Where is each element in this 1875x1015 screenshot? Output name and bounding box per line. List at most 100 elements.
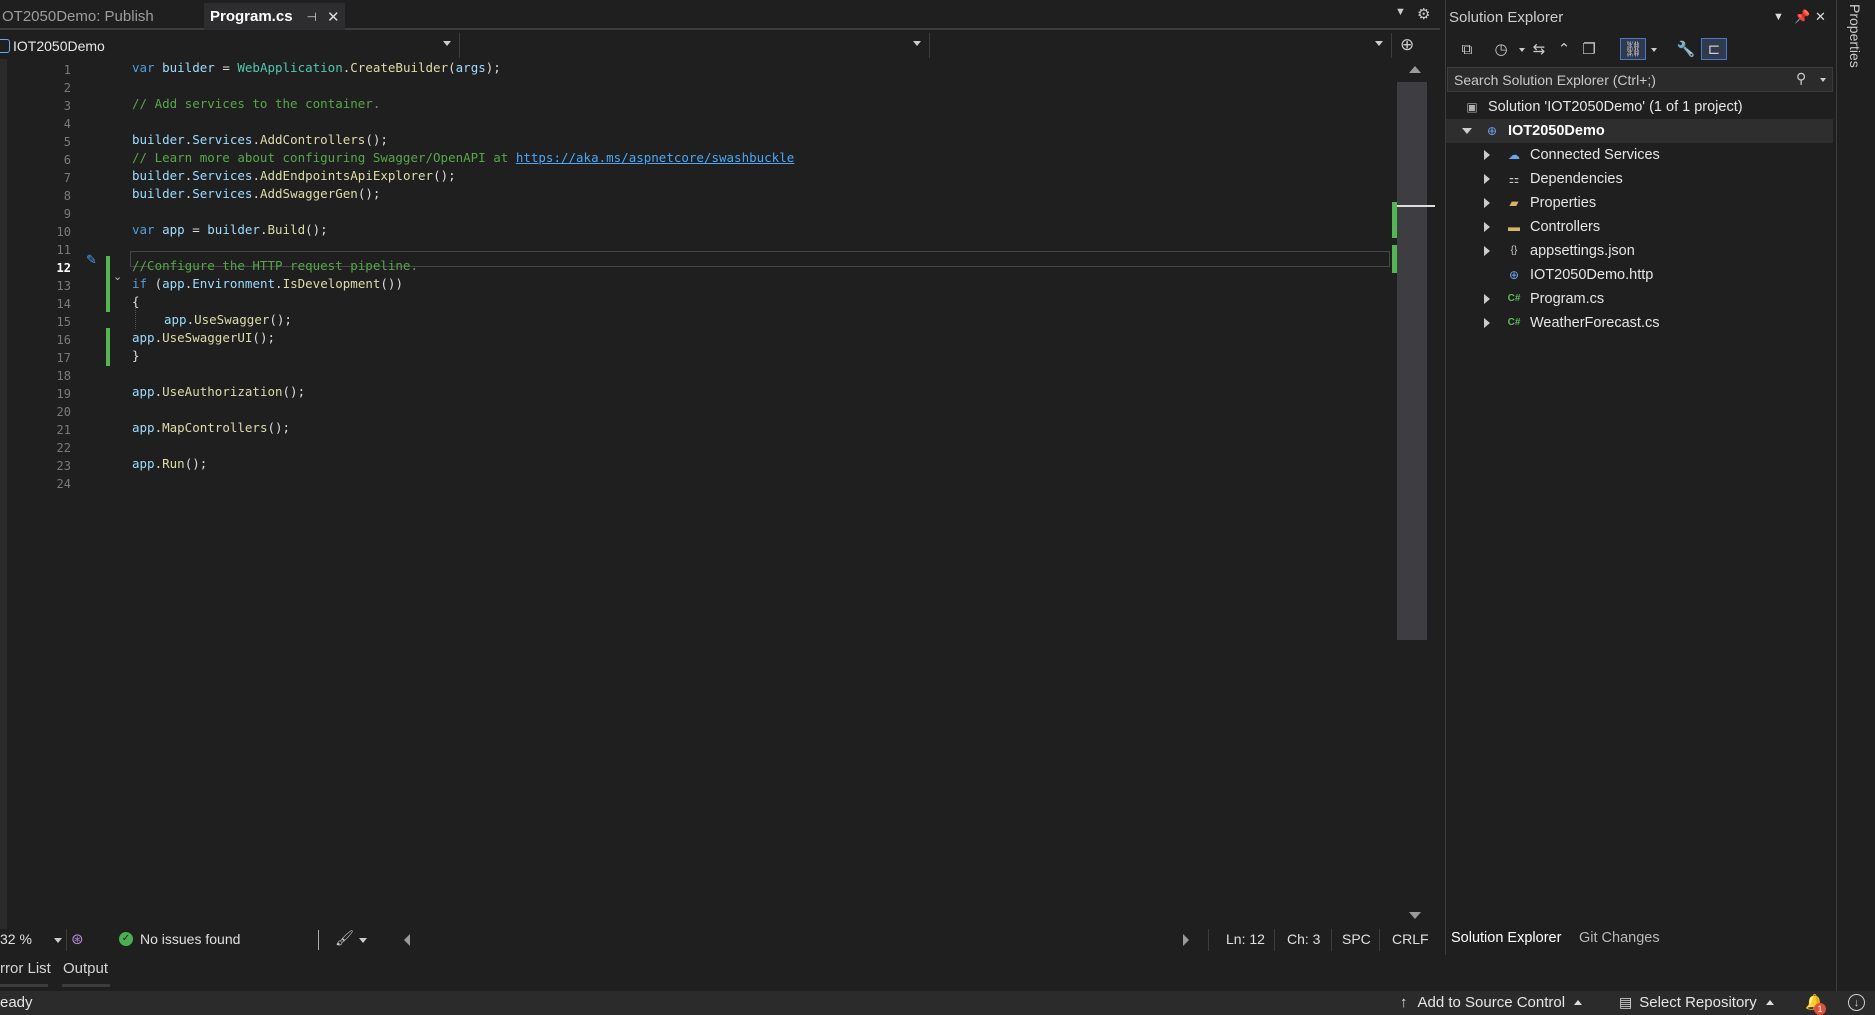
- copilot-icon[interactable]: ⊛: [71, 930, 84, 948]
- tree-solution-node[interactable]: ▣ Solution 'IOT2050Demo' (1 of 1 project…: [1446, 95, 1833, 119]
- filter-toggle-icon[interactable]: ⛓: [1620, 38, 1646, 60]
- scroll-down-arrow-icon[interactable]: [1409, 912, 1421, 919]
- chevron-down-icon[interactable]: [359, 938, 367, 943]
- quick-actions-brush-icon[interactable]: ✎: [86, 252, 97, 268]
- code-token: (: [147, 276, 163, 291]
- pin-icon[interactable]: 📌: [1794, 9, 1810, 25]
- tree-item[interactable]: {} appsettings.json: [1446, 239, 1833, 263]
- pin-icon[interactable]: ⊣: [307, 10, 317, 24]
- scroll-right-arrow-icon[interactable]: [1183, 934, 1189, 946]
- expand-arrow-icon[interactable]: [1484, 222, 1490, 232]
- issues-status[interactable]: No issues found: [140, 931, 240, 947]
- code-token: app: [132, 456, 155, 471]
- line-ending-indicator[interactable]: CRLF: [1392, 931, 1429, 947]
- window-position-dropdown-icon[interactable]: ▼: [1773, 11, 1784, 23]
- code-token: ();: [433, 168, 456, 183]
- download-icon[interactable]: ↓: [1848, 994, 1865, 1011]
- tab-git-changes[interactable]: Git Changes: [1579, 930, 1660, 946]
- line-number: 21: [56, 423, 71, 437]
- line-number: 2: [63, 81, 71, 95]
- tab-program-cs[interactable]: Program.cs ⊣ ✕: [204, 3, 345, 30]
- tab-output[interactable]: Output: [63, 960, 108, 977]
- preview-selected-items-icon[interactable]: ⊏: [1701, 38, 1727, 60]
- tree-item[interactable]: ⚏ Dependencies: [1446, 167, 1833, 191]
- tab-program-label: Program.cs: [210, 8, 293, 25]
- tab-publish[interactable]: OT2050Demo: Publish: [0, 3, 204, 30]
- tree-node-label: Properties: [1530, 195, 1597, 211]
- scrollbar-thumb[interactable]: [1397, 82, 1427, 640]
- search-icon[interactable]: ⚲: [1796, 70, 1806, 87]
- code-token: app: [132, 420, 155, 435]
- indentation-indicator[interactable]: SPC: [1342, 931, 1371, 947]
- pending-changes-filter-icon[interactable]: ◷: [1490, 38, 1512, 60]
- code-token: ();: [357, 186, 381, 201]
- code-token: args: [455, 60, 486, 75]
- project-dropdown[interactable]: IOT2050Demo: [0, 33, 460, 58]
- tab-solution-explorer[interactable]: Solution Explorer: [1451, 930, 1561, 946]
- line-number: 15: [56, 315, 71, 329]
- collapse-chevron-icon[interactable]: ⌄: [113, 270, 122, 283]
- close-icon[interactable]: ✕: [1815, 9, 1826, 25]
- tab-error-list[interactable]: rror List: [0, 960, 51, 977]
- collapse-arrow-icon[interactable]: [1462, 128, 1472, 134]
- status-text: eady: [0, 994, 33, 1011]
- swashbuckle-link[interactable]: https://aka.ms/aspnetcore/swashbuckle: [516, 150, 794, 165]
- gear-icon[interactable]: ⚙: [1417, 5, 1430, 23]
- close-tab-icon[interactable]: ✕: [327, 8, 340, 26]
- solution-explorer-search[interactable]: ⚲: [1447, 67, 1833, 92]
- expand-arrow-icon[interactable]: [1484, 318, 1490, 328]
- show-all-files-icon[interactable]: ❐: [1578, 38, 1600, 60]
- tree-item[interactable]: C# WeatherForecast.cs: [1446, 311, 1833, 335]
- tree-item[interactable]: ▬ Controllers: [1446, 215, 1833, 239]
- properties-side-rail: Properties: [1836, 0, 1875, 991]
- collapse-all-icon[interactable]: ⌃: [1553, 38, 1575, 60]
- connected-services-icon: ☁: [1508, 148, 1520, 162]
- tree-item[interactable]: ▰ Properties: [1446, 191, 1833, 215]
- divider: [1274, 929, 1275, 951]
- column-indicator[interactable]: Ch: 3: [1287, 931, 1320, 947]
- code-token: Services: [192, 132, 253, 147]
- expand-arrow-icon[interactable]: [1484, 294, 1490, 304]
- properties-tab[interactable]: Properties: [1847, 4, 1863, 68]
- code-cleanup-icon[interactable]: 🖌: [335, 929, 354, 947]
- web-project-icon: ⊕: [1486, 124, 1498, 138]
- vertical-scrollbar[interactable]: [1392, 62, 1435, 930]
- chevron-down-icon[interactable]: [1519, 48, 1525, 52]
- expand-arrow-icon[interactable]: [1484, 246, 1490, 256]
- expand-arrow-icon[interactable]: [1484, 174, 1490, 184]
- chevron-down-icon[interactable]: [1820, 78, 1826, 82]
- tree-item[interactable]: ⊕ IOT2050Demo.http: [1446, 263, 1833, 287]
- line-number: 11: [56, 243, 71, 257]
- sync-with-active-document-icon[interactable]: ⇆: [1528, 38, 1550, 60]
- code-token: AddEndpointsApiExplorer: [259, 168, 434, 183]
- select-repository-button[interactable]: ▤ Select Repository: [1619, 994, 1774, 1011]
- member-dropdown[interactable]: [931, 33, 1392, 58]
- scroll-left-arrow-icon[interactable]: [404, 934, 410, 946]
- zoom-level[interactable]: 32 %: [0, 931, 32, 947]
- code-token: var: [132, 222, 155, 237]
- line-indicator[interactable]: Ln: 12: [1226, 931, 1265, 947]
- search-input[interactable]: [1454, 70, 1784, 90]
- chevron-down-icon[interactable]: [1651, 48, 1657, 52]
- code-token: );: [485, 60, 501, 75]
- tree-item[interactable]: ☁ Connected Services: [1446, 143, 1833, 167]
- split-editor-icon[interactable]: ⊕: [1400, 35, 1414, 55]
- type-dropdown[interactable]: [461, 33, 930, 58]
- expand-arrow-icon[interactable]: [1484, 150, 1490, 160]
- line-number: 6: [63, 153, 71, 167]
- tree-item[interactable]: C# Program.cs: [1446, 287, 1833, 311]
- switch-views-icon[interactable]: ⧉: [1456, 38, 1478, 60]
- code-token: Run: [162, 456, 185, 471]
- properties-wrench-icon[interactable]: 🔧: [1675, 38, 1697, 60]
- expand-arrow-icon[interactable]: [1484, 198, 1490, 208]
- add-to-source-control-button[interactable]: ↑ Add to Source Control: [1400, 994, 1583, 1011]
- code-token: ();: [184, 456, 208, 471]
- chevron-down-icon: [1375, 41, 1383, 46]
- chevron-down-icon[interactable]: [54, 938, 62, 943]
- tree-node-label: Solution 'IOT2050Demo' (1 of 1 project): [1488, 99, 1743, 115]
- code-token: IsDevelopment: [282, 276, 381, 291]
- tree-project-node[interactable]: ⊕ IOT2050Demo: [1446, 119, 1833, 143]
- line-number: 10: [56, 225, 71, 239]
- tab-list-dropdown-icon[interactable]: ▼: [1395, 6, 1406, 18]
- scroll-up-arrow-icon[interactable]: [1409, 66, 1421, 73]
